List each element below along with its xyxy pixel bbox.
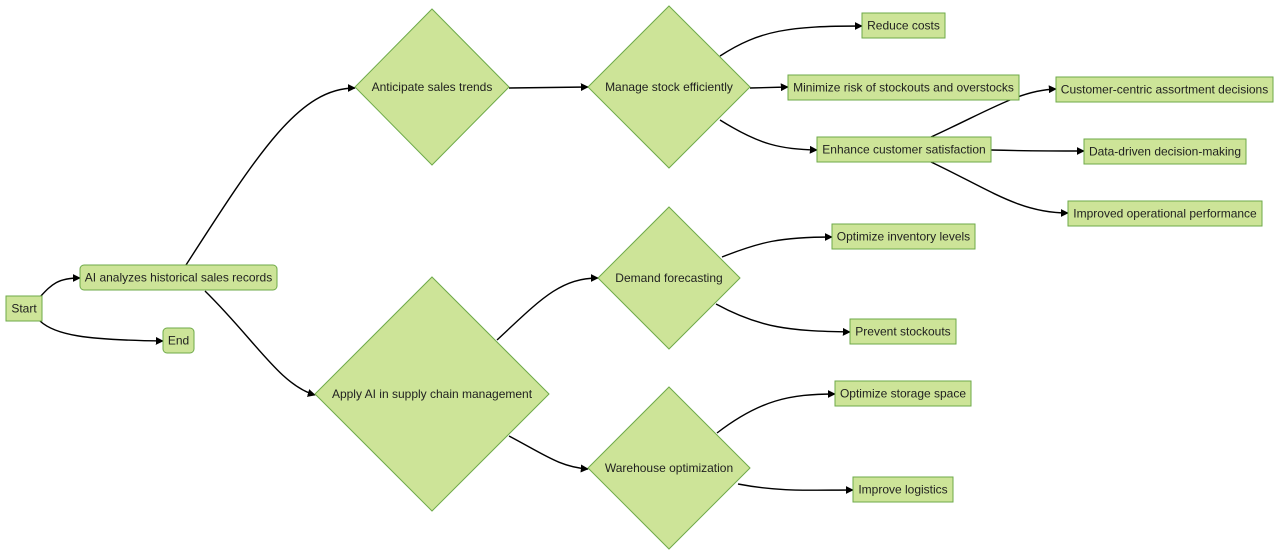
flowchart-canvas: Start AI analyzes historical sales record… xyxy=(5,5,1274,550)
edge-enhance-to-datadriven xyxy=(990,146,1085,155)
node-customer[interactable]: Customer-centric assortment decisions xyxy=(1055,76,1274,103)
node-logistics[interactable]: Improve logistics xyxy=(852,476,954,503)
node-label: Anticipate sales trends xyxy=(372,80,493,94)
node-label: Reduce costs xyxy=(867,19,940,33)
node-optinv[interactable]: Optimize inventory levels xyxy=(831,223,976,250)
edge-analyze-to-anticipate xyxy=(185,84,356,266)
node-label: Optimize inventory levels xyxy=(837,230,970,244)
node-minimize[interactable]: Minimize risk of stockouts and overstock… xyxy=(787,74,1020,101)
node-end[interactable]: End xyxy=(162,327,195,354)
node-warehouse[interactable]: Warehouse optimization xyxy=(587,386,751,550)
node-apply[interactable]: Apply AI in supply chain management xyxy=(314,276,550,512)
node-prevent[interactable]: Prevent stockouts xyxy=(849,318,957,345)
edge-start-to-analyze xyxy=(39,274,81,298)
edge-manage-to-enhance xyxy=(719,119,818,154)
node-analyze[interactable]: AI analyzes historical sales records xyxy=(79,264,278,291)
node-start[interactable]: Start xyxy=(5,295,43,322)
node-improved[interactable]: Improved operational performance xyxy=(1067,200,1263,227)
edge-manage-to-minimize xyxy=(749,83,789,92)
node-reduce[interactable]: Reduce costs xyxy=(861,12,946,39)
edge-analyze-to-apply xyxy=(204,290,316,397)
edge-start-to-end xyxy=(39,320,164,345)
edge-enhance-to-improved xyxy=(930,161,1069,217)
node-demand[interactable]: Demand forecasting xyxy=(597,206,741,350)
node-label: Apply AI in supply chain management xyxy=(332,387,533,401)
node-label: End xyxy=(168,334,189,348)
node-label: Minimize risk of stockouts and overstock… xyxy=(793,81,1014,95)
node-label: Improve logistics xyxy=(858,483,947,497)
node-enhance[interactable]: Enhance customer satisfaction xyxy=(816,136,992,163)
node-label: AI analyzes historical sales records xyxy=(85,271,272,285)
node-label: Customer-centric assortment decisions xyxy=(1061,83,1268,97)
edge-warehouse-to-logistics xyxy=(737,483,854,495)
node-anticipate[interactable]: Anticipate sales trends xyxy=(354,8,510,166)
node-label: Manage stock efficiently xyxy=(605,80,733,94)
edge-apply-to-demand xyxy=(496,274,599,341)
node-optstor[interactable]: Optimize storage space xyxy=(834,380,972,407)
edge-apply-to-warehouse xyxy=(508,435,589,473)
node-label: Optimize storage space xyxy=(840,387,966,401)
edge-warehouse-to-optstor xyxy=(716,390,836,434)
edge-manage-to-reduce xyxy=(719,22,863,57)
node-label: Improved operational performance xyxy=(1073,207,1257,221)
node-label: Start xyxy=(11,302,37,316)
node-manage[interactable]: Manage stock efficiently xyxy=(587,5,751,169)
edge-demand-to-prevent xyxy=(715,303,851,336)
node-label: Demand forecasting xyxy=(615,271,722,285)
node-label: Prevent stockouts xyxy=(855,325,950,339)
node-label: Data-driven decision-making xyxy=(1089,145,1241,159)
edge-anticipate-to-manage xyxy=(508,83,589,92)
node-datadriven[interactable]: Data-driven decision-making xyxy=(1083,138,1247,165)
edge-demand-to-optinv xyxy=(721,233,833,258)
node-label: Enhance customer satisfaction xyxy=(822,143,985,157)
node-label: Warehouse optimization xyxy=(605,461,733,475)
nodes-layer: Start AI analyzes historical sales record… xyxy=(5,5,1274,550)
